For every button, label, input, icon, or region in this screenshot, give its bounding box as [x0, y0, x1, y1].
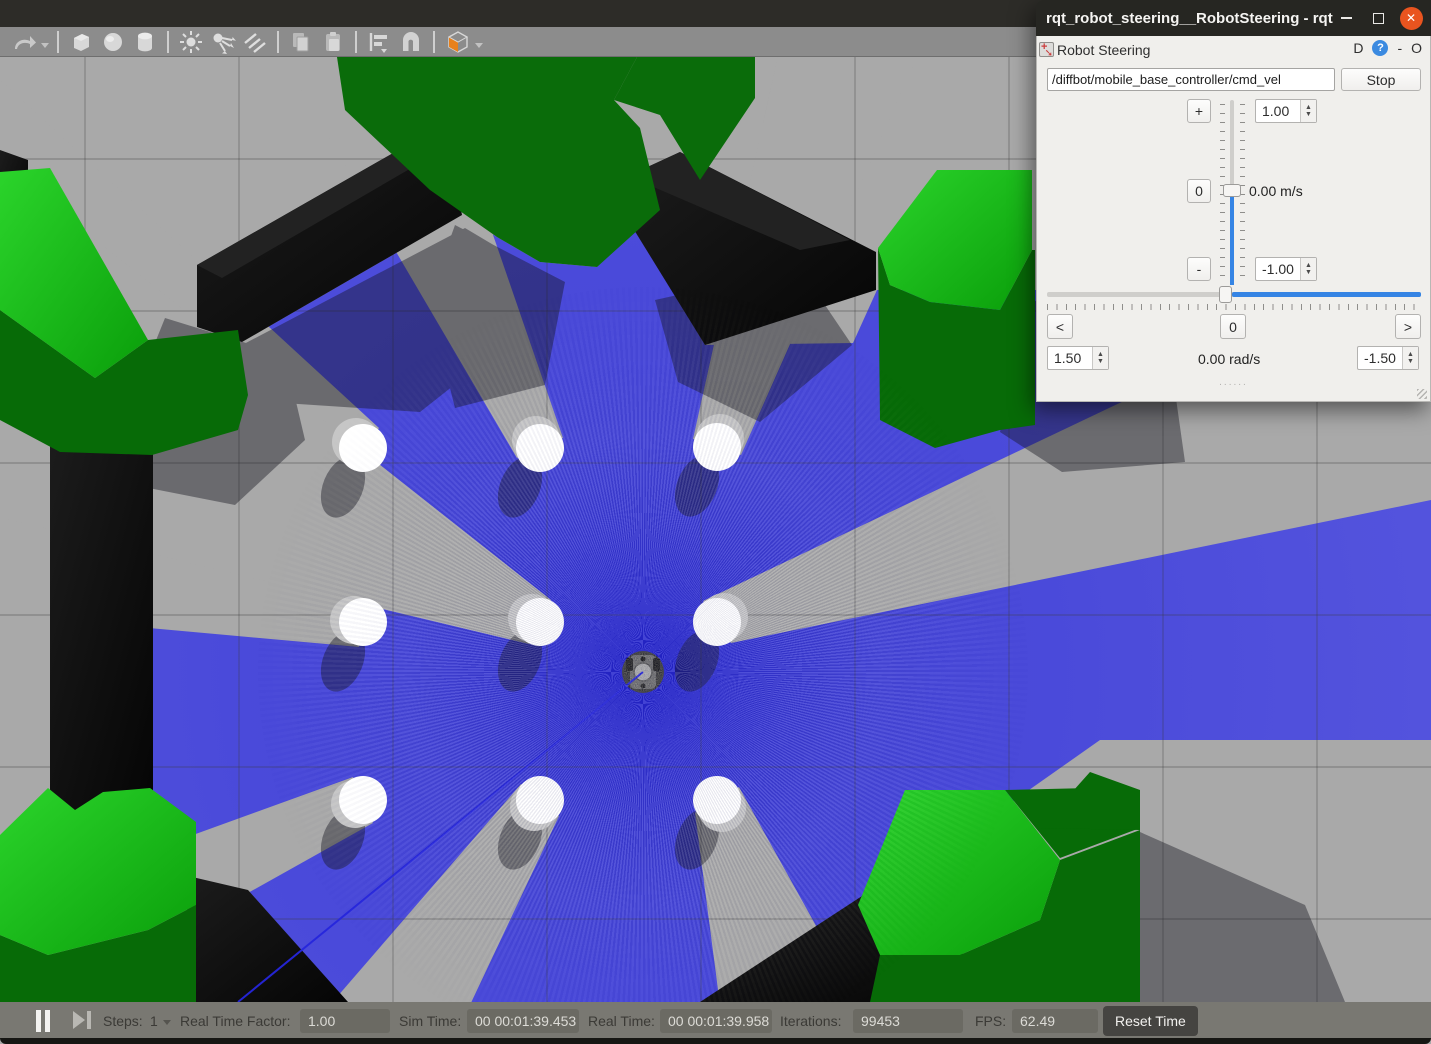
fps-value: 62.49 [1012, 1009, 1098, 1033]
angular-slider-fill [1232, 292, 1421, 297]
cube-icon[interactable] [68, 29, 94, 55]
rtf-value: 1.00 [300, 1009, 390, 1033]
help-icon[interactable]: ? [1372, 40, 1388, 56]
point-light-icon[interactable] [178, 29, 204, 55]
redo-icon[interactable] [12, 29, 38, 55]
dock-drag-handle[interactable]: ...... [1037, 377, 1430, 388]
linear-max-spinbox[interactable]: 1.00▲▼ [1255, 99, 1317, 123]
stop-button[interactable]: Stop [1341, 68, 1421, 91]
paste-icon[interactable] [320, 29, 346, 55]
redo-caret-icon[interactable] [41, 43, 49, 48]
angular-slider-ticks [1047, 304, 1421, 310]
spin-arrows-icon[interactable]: ▲▼ [1092, 347, 1108, 369]
window-bottom-edge [0, 1038, 1431, 1044]
toolbar-separator [277, 31, 279, 53]
minimize-button[interactable] [1333, 0, 1359, 36]
window-title: rqt_robot_steering__RobotSteering - rqt [1036, 10, 1333, 27]
angular-left-button[interactable]: < [1047, 314, 1073, 339]
view-angle-cube-icon[interactable] [444, 29, 472, 55]
linear-value-label: 0.00 m/s [1249, 183, 1303, 199]
toolbar-separator [57, 31, 59, 53]
cylinder-icon[interactable] [132, 29, 158, 55]
real-time-label: Real Time: [588, 1013, 655, 1029]
angular-value-label: 0.00 rad/s [1198, 351, 1260, 367]
toolbar-separator [167, 31, 169, 53]
pause-button[interactable] [36, 1010, 50, 1032]
iterations-label: Iterations: [780, 1013, 841, 1029]
step-button[interactable] [73, 1011, 91, 1029]
undock-button[interactable]: - [1397, 40, 1402, 56]
rqt-robot-steering-window: rqt_robot_steering__RobotSteering - rqt … [1036, 0, 1431, 402]
plugin-header: +➘ Robot Steering D ? - O [1037, 36, 1430, 63]
linear-zero-button[interactable]: 0 [1187, 179, 1211, 203]
steps-dropdown[interactable]: 1 [150, 1013, 171, 1029]
angular-right-button[interactable]: > [1395, 314, 1421, 339]
linear-minus-button[interactable]: - [1187, 257, 1211, 281]
linear-slider-handle[interactable] [1223, 184, 1241, 197]
rtf-label: Real Time Factor: [180, 1013, 290, 1029]
spin-arrows-icon[interactable]: ▲▼ [1300, 100, 1316, 122]
snap-magnet-icon[interactable] [398, 29, 424, 55]
plugin-title: Robot Steering [1057, 42, 1150, 58]
steps-caret-icon [163, 1020, 171, 1025]
close-button[interactable]: ✕ [1396, 0, 1426, 36]
align-icon[interactable] [366, 29, 392, 55]
rqt-plugin-body: +➘ Robot Steering D ? - O Stop + 1.00▲▼ [1036, 36, 1431, 402]
angular-slider-handle[interactable] [1219, 286, 1232, 303]
gazebo-status-bar: Steps: 1 Real Time Factor: 1.00 Sim Time… [0, 1002, 1431, 1038]
real-time-value: 00 00:01:39.958 [660, 1009, 772, 1033]
linear-slider-fill [1230, 197, 1234, 285]
iterations-value: 99453 [853, 1009, 963, 1033]
spin-arrows-icon[interactable]: ▲▼ [1402, 347, 1418, 369]
sim-time-label: Sim Time: [399, 1013, 461, 1029]
plugin-close-button[interactable]: O [1411, 40, 1422, 56]
toolbar-separator [355, 31, 357, 53]
dock-d-button[interactable]: D [1353, 40, 1363, 56]
view-angle-caret-icon[interactable] [475, 43, 483, 48]
robot-steering-plugin-icon: +➘ [1039, 42, 1054, 57]
screen: Steps: 1 Real Time Factor: 1.00 Sim Time… [0, 0, 1431, 1044]
linear-min-spinbox[interactable]: -1.00▲▼ [1255, 257, 1317, 281]
copy-icon[interactable] [288, 29, 314, 55]
close-icon: ✕ [1400, 7, 1423, 30]
resize-grip[interactable] [1417, 389, 1427, 399]
linear-plus-button[interactable]: + [1187, 99, 1211, 123]
angular-zero-button[interactable]: 0 [1220, 314, 1246, 339]
rqt-title-bar[interactable]: rqt_robot_steering__RobotSteering - rqt … [1036, 0, 1431, 36]
angular-max-spinbox[interactable]: 1.50▲▼ [1047, 346, 1109, 370]
directional-light-icon[interactable] [242, 29, 268, 55]
sim-time-value: 00 00:01:39.453 [467, 1009, 579, 1033]
spot-light-icon[interactable] [210, 29, 236, 55]
spin-arrows-icon[interactable]: ▲▼ [1300, 258, 1316, 280]
fps-label: FPS: [975, 1013, 1006, 1029]
sphere-icon[interactable] [100, 29, 126, 55]
reset-time-button[interactable]: Reset Time [1103, 1006, 1198, 1036]
maximize-button[interactable] [1365, 0, 1391, 36]
angular-min-spinbox[interactable]: -1.50▲▼ [1357, 346, 1419, 370]
steps-label: Steps: [103, 1013, 143, 1029]
toolbar-separator [433, 31, 435, 53]
topic-input[interactable] [1047, 68, 1335, 91]
